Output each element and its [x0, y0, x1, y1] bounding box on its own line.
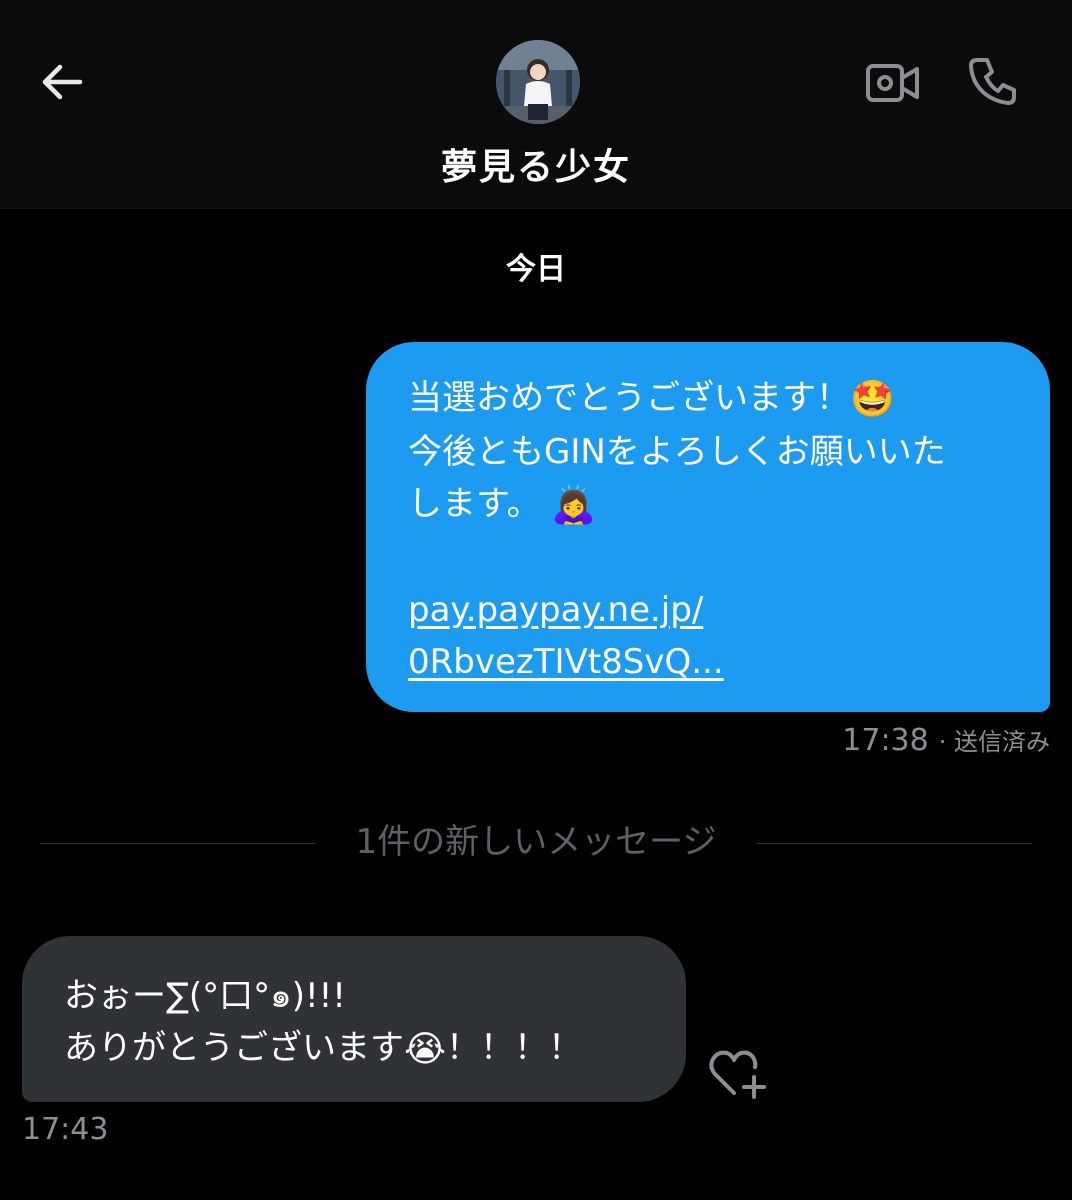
- sent-time: 17:38: [842, 723, 929, 758]
- received-text-line2: ありがとうございます: [64, 1028, 404, 1068]
- received-message-line: ありがとうございます😭！！！！: [64, 1022, 666, 1076]
- crying-face-emoji: 😭: [404, 1029, 447, 1070]
- back-button[interactable]: [30, 50, 94, 114]
- divider-line-right: [756, 843, 1032, 844]
- add-reaction-button[interactable]: [706, 1046, 770, 1102]
- sent-message-bubble[interactable]: 当選おめでとうございます！🤩 今後ともGINをよろしくお願いいた します。 🙇‍…: [366, 342, 1050, 712]
- voice-call-button[interactable]: [958, 46, 1028, 116]
- contact-name[interactable]: 夢見る少女: [0, 138, 1072, 190]
- heart-plus-icon: [709, 1050, 766, 1099]
- video-camera-icon: [866, 64, 919, 102]
- received-text-line2-suffix: ！！！！: [446, 1028, 583, 1068]
- paypay-link-line2[interactable]: 0RbvezTIVt8SvQ...: [408, 636, 1020, 688]
- sent-message-line: 当選おめでとうございます！🤩: [408, 372, 1020, 426]
- received-time: 17:43: [22, 1112, 109, 1147]
- conversation-header: 夢見る少女: [0, 0, 1072, 209]
- received-text-line1: おぉー∑(°口°๑)!!!: [64, 976, 346, 1016]
- avatar[interactable]: [496, 40, 580, 124]
- phone-icon: [969, 58, 1016, 105]
- date-separator: 今日: [506, 252, 566, 287]
- sent-text-line1: 当選おめでとうございます！: [408, 378, 850, 418]
- paypay-link-line1[interactable]: pay.paypay.ne.jp/: [408, 584, 1020, 636]
- star-struck-emoji: 🤩: [850, 379, 895, 420]
- divider-line-left: [40, 843, 316, 844]
- sent-text-line2: 今後ともGINをよろしくお願いいた: [408, 432, 946, 472]
- avatar-image: [496, 40, 580, 124]
- sent-message-line: します。 🙇‍♀️: [408, 478, 1020, 532]
- bowing-woman-emoji: 🙇‍♀️: [551, 485, 597, 526]
- new-messages-divider: 1件の新しいメッセージ: [355, 822, 717, 862]
- sent-message-meta: 17:38 · 送信済み: [842, 722, 1050, 758]
- sent-status: · 送信済み: [938, 728, 1050, 756]
- sent-text-line3: します。: [408, 484, 541, 524]
- video-call-button[interactable]: [858, 48, 928, 118]
- arrow-left-icon: [42, 64, 83, 100]
- received-message-bubble[interactable]: おぉー∑(°口°๑)!!! ありがとうございます😭！！！！: [22, 936, 686, 1102]
